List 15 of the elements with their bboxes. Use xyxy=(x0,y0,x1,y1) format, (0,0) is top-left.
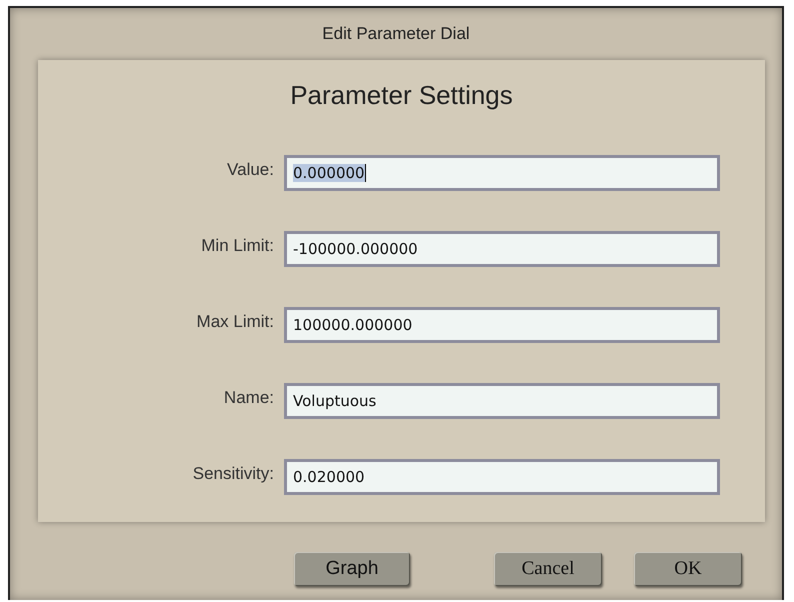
input-field[interactable]: 100000.000000 xyxy=(284,307,720,343)
input-field[interactable]: -100000.000000 xyxy=(284,231,720,267)
field-label: Max Limit: xyxy=(196,312,275,332)
dialog-button[interactable]: OK xyxy=(634,552,742,586)
field-label: Sensitivity: xyxy=(192,464,275,484)
input-field[interactable]: 0.020000 xyxy=(284,459,720,495)
field-label: Name: xyxy=(222,388,275,408)
field-label: Value: xyxy=(226,160,275,180)
input-field[interactable]: 0.000000 xyxy=(284,155,720,191)
panel-heading: Parameter Settings xyxy=(290,80,513,111)
field-label: Min Limit: xyxy=(200,236,275,256)
dialog-button[interactable]: Cancel xyxy=(494,552,602,586)
window-title: Edit Parameter Dial xyxy=(321,24,471,45)
graph-button[interactable]: Graph xyxy=(294,552,410,586)
input-field[interactable]: Voluptuous xyxy=(284,383,720,419)
